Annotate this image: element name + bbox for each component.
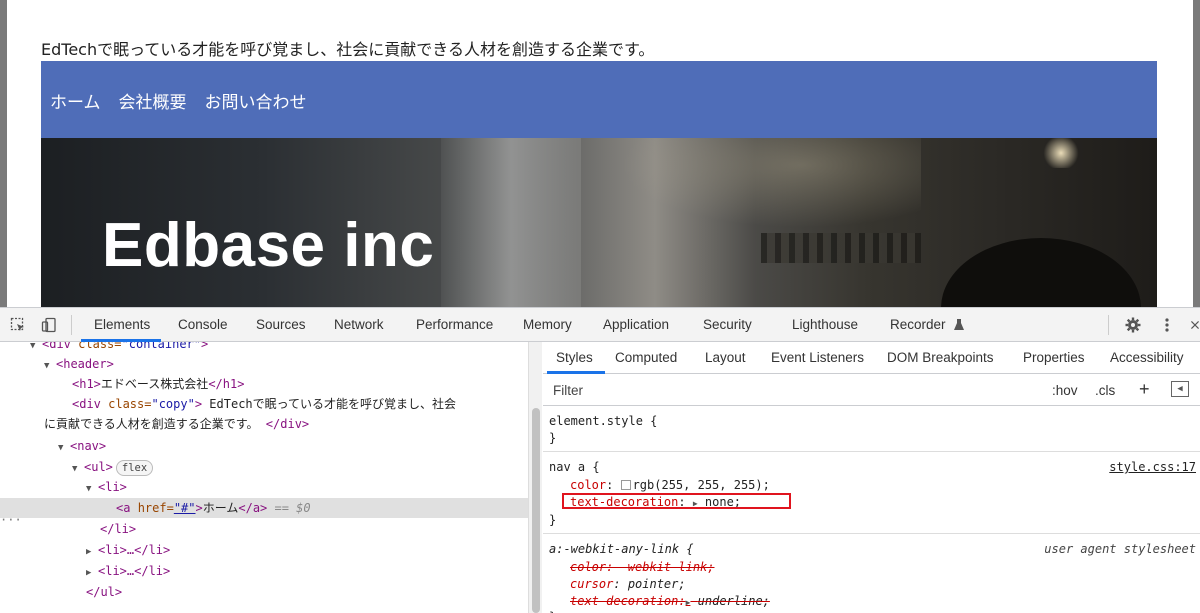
scrollbar-thumb[interactable] [532, 408, 540, 613]
hero-lamp-glow [621, 138, 921, 228]
tab-computed[interactable]: Computed [615, 350, 677, 365]
dom-node-ul[interactable]: ▼ <ul> flex [0, 457, 528, 477]
expand-triangle-icon[interactable]: ▶ [686, 598, 691, 607]
decl-text-decoration-overridden[interactable]: text-decoration:▶ underline; [570, 594, 770, 608]
tab-sources[interactable]: Sources [256, 317, 306, 332]
decl-color[interactable]: color: rgb(255, 255, 255); [570, 478, 770, 492]
dom-node-li-collapsed[interactable]: ▶ <li>…</li> [0, 561, 528, 581]
collapsed-triangle-icon[interactable]: ▶ [86, 563, 98, 583]
flex-badge[interactable]: flex [115, 460, 154, 476]
tab-memory[interactable]: Memory [523, 317, 572, 332]
sidebar-toggle-icon[interactable]: ◀ [1171, 381, 1189, 397]
collapsed-triangle-icon[interactable]: ▶ [86, 542, 98, 562]
styles-filter-row: :hov .cls + ◀ [543, 374, 1200, 406]
tab-console[interactable]: Console [178, 317, 228, 332]
dom-node-container[interactable]: ▼ <div class="container"> [0, 342, 528, 354]
expanded-triangle-icon[interactable]: ▼ [44, 356, 56, 376]
flask-icon [950, 316, 968, 334]
viewport-left-edge [0, 0, 7, 307]
tab-styles[interactable]: Styles [556, 350, 593, 365]
dom-node-copy[interactable]: <div class="copy"> EdTechで眠っている才能を呼び覚まし、… [0, 394, 528, 414]
device-toolbar-icon[interactable] [40, 316, 58, 334]
decl-cursor[interactable]: cursor: pointer; [570, 577, 686, 591]
hero-banner: Edbase inc [41, 138, 1157, 307]
nav-link-contact[interactable]: お問い合わせ [205, 93, 307, 113]
rule-webkit-any-link: a:-webkit-any-link { user agent styleshe… [543, 534, 1200, 613]
tab-elements[interactable]: Elements [94, 317, 150, 332]
tab-application[interactable]: Application [603, 317, 669, 332]
gear-icon[interactable] [1124, 316, 1142, 334]
styles-filter-input[interactable] [547, 378, 1031, 402]
nav-item: ホーム [50, 88, 101, 113]
tab-network[interactable]: Network [334, 317, 384, 332]
user-agent-stylesheet-label: user agent stylesheet [1044, 542, 1196, 556]
dom-node-a-selected[interactable]: <a href="#">ホーム</a> == $0 [0, 498, 528, 518]
tab-security[interactable]: Security [703, 317, 752, 332]
inspect-element-icon[interactable] [9, 316, 27, 334]
styles-pane: Styles Computed Layout Event Listeners D… [543, 342, 1200, 613]
tab-recorder[interactable]: Recorder [890, 317, 946, 332]
viewport-right-edge [1193, 0, 1200, 307]
hero-window-light [441, 138, 581, 307]
expanded-triangle-icon[interactable]: ▼ [86, 479, 98, 499]
selector-webkit-any-link[interactable]: a:-webkit-any-link { [549, 542, 694, 556]
tab-lighthouse[interactable]: Lighthouse [792, 317, 858, 332]
nav-list: ホーム 会社概要 お問い合わせ [50, 88, 307, 113]
hero-title: Edbase inc [102, 211, 435, 280]
tab-event-listeners[interactable]: Event Listeners [771, 350, 864, 365]
nav-item: 会社概要 [119, 88, 187, 113]
tab-dom-breakpoints[interactable]: DOM Breakpoints [887, 350, 994, 365]
close-brace: } [549, 431, 557, 445]
tab-performance[interactable]: Performance [416, 317, 493, 332]
expanded-triangle-icon[interactable]: ▼ [72, 459, 84, 479]
tab-properties[interactable]: Properties [1023, 350, 1085, 365]
dom-node-li-collapsed[interactable]: ▶ <li>…</li> [0, 540, 528, 560]
expanded-triangle-icon[interactable]: ▼ [58, 438, 70, 458]
new-rule-plus-icon[interactable]: + [1139, 379, 1150, 400]
nav-link-about[interactable]: 会社概要 [119, 93, 187, 113]
close-brace: } [549, 513, 557, 527]
devtools-tabbar: Elements Console Sources Network Perform… [0, 308, 1200, 342]
selector-nav-a[interactable]: nav a { [549, 460, 600, 474]
dom-node-nav[interactable]: ▼ <nav> [0, 436, 528, 456]
dom-node-header[interactable]: ▼ <header> [0, 354, 528, 374]
rule-nav-a: nav a { style.css:17 color: rgb(255, 255… [543, 452, 1200, 534]
dom-tree-scrollbar[interactable] [528, 342, 542, 613]
styles-tabbar: Styles Computed Layout Event Listeners D… [543, 342, 1200, 374]
red-highlight-annotation [562, 493, 791, 509]
page-viewport: EdTechで眠っている才能を呼び覚まし、社会に貢献できる人材を創造する企業です… [0, 0, 1200, 307]
more-options-icon[interactable] [1158, 316, 1176, 334]
hero-person-silhouette [941, 238, 1141, 307]
nav-bar: ホーム 会社概要 お問い合わせ [41, 61, 1157, 138]
node-actions-ellipsis[interactable]: ··· [0, 513, 22, 527]
nav-link-home[interactable]: ホーム [50, 93, 101, 113]
class-toggle[interactable]: .cls [1095, 383, 1115, 398]
dom-node-li-close[interactable]: </li> [0, 519, 528, 539]
dom-node-ul-close[interactable]: </ul> [0, 582, 528, 602]
toolbar-divider [71, 315, 72, 335]
source-link-style-css[interactable]: style.css:17 [1109, 460, 1196, 474]
elements-dom-tree: ▼ <div class="container"> ▼ <header> <h1>エ… [0, 342, 528, 613]
selector-element-style[interactable]: element.style { [549, 414, 657, 428]
tab-accessibility[interactable]: Accessibility [1110, 350, 1184, 365]
toolbar-divider [1108, 315, 1109, 335]
dom-node-li[interactable]: ▼ <li> [0, 477, 528, 497]
rule-element-style: element.style { } [543, 406, 1200, 452]
decl-color-overridden[interactable]: color: -webkit-link; [570, 560, 715, 574]
close-icon[interactable] [1190, 316, 1200, 334]
tab-layout[interactable]: Layout [705, 350, 746, 365]
devtools-panel: Elements Console Sources Network Perform… [0, 307, 1200, 613]
nav-item: お問い合わせ [205, 88, 307, 113]
hero-chair-rail [761, 233, 921, 263]
hero-lamp [1041, 138, 1081, 168]
copy-text: EdTechで眠っている才能を呼び覚まし、社会に貢献できる人材を創造する企業です… [41, 40, 655, 59]
color-swatch[interactable] [620, 480, 631, 490]
dom-node-copy-continued[interactable]: に貢献できる人材を創造する企業です。 </div> [0, 414, 528, 434]
hover-state-toggle[interactable]: :hov [1052, 383, 1078, 398]
dom-node-h1[interactable]: <h1>エドベース株式会社</h1> [0, 374, 528, 394]
